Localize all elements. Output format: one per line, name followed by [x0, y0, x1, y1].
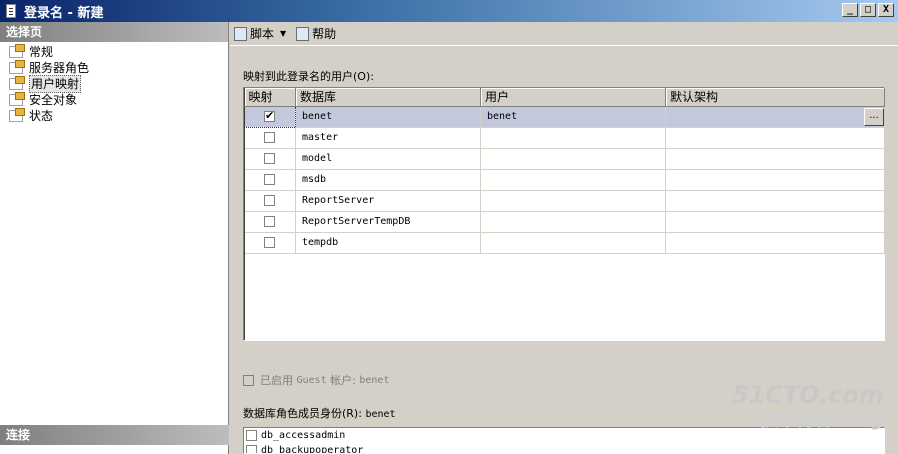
database-cell: master [295, 127, 481, 149]
minimize-button[interactable]: _ [842, 3, 858, 17]
column-header-default-schema[interactable]: 默认架构 [665, 88, 885, 107]
roles-label-db: benet [365, 409, 396, 420]
schema-cell[interactable] [665, 232, 885, 254]
user-cell[interactable]: benet [480, 106, 666, 128]
close-button[interactable]: X [878, 3, 894, 17]
schema-cell[interactable] [665, 127, 885, 149]
guest-enabled-checkbox: 已启用 Guest 帐户: benet [243, 372, 389, 388]
grid-header-row: 映射 数据库 用户 默认架构 [244, 88, 885, 107]
connection-header: 连接 [0, 425, 229, 445]
column-header-user[interactable]: 用户 [480, 88, 666, 107]
script-label: 脚本 [250, 27, 275, 41]
help-button[interactable]: 帮助 [296, 25, 336, 42]
role-label: db_accessadmin [261, 430, 346, 441]
guest-label-guest: Guest [296, 374, 327, 386]
sidebar-item-label: 用户映射 [29, 75, 82, 93]
mapping-label: 映射到此登录名的用户(O): [243, 70, 374, 83]
role-checkbox[interactable] [246, 430, 257, 441]
select-page-panel: 选择页 常规 服务器角色 用户映射 安全对象 状态 连接 [0, 22, 229, 454]
database-cell: benet [295, 106, 481, 128]
table-row[interactable]: ReportServer [244, 190, 885, 212]
database-cell: model [295, 148, 481, 170]
list-item[interactable]: db_backupoperator [244, 443, 884, 454]
page-icon [9, 60, 25, 74]
map-checkbox[interactable] [263, 152, 275, 164]
database-cell: tempdb [295, 232, 481, 254]
column-header-database[interactable]: 数据库 [295, 88, 481, 107]
schema-cell[interactable] [665, 190, 885, 212]
roles-label: 数据库角色成员身份(R): benet [243, 405, 396, 421]
sidebar-item-label: 常规 [29, 45, 54, 59]
page-icon [9, 44, 25, 58]
page-icon [9, 76, 25, 90]
map-checkbox[interactable] [263, 215, 275, 227]
table-row[interactable]: benet benet ... [244, 105, 885, 128]
role-label: db_backupoperator [261, 445, 364, 454]
roles-label-prefix: 数据库角色成员身份(R): [243, 407, 362, 420]
user-cell[interactable] [480, 190, 666, 212]
user-cell[interactable] [480, 232, 666, 254]
guest-label-prefix: 已启用 [260, 374, 293, 387]
sidebar-item-securables[interactable]: 安全对象 [0, 92, 228, 108]
database-cell: msdb [295, 169, 481, 191]
watermark-line2: 技术博客 Blog [760, 410, 884, 431]
browse-schema-button[interactable]: ... [864, 107, 884, 126]
guest-label-db: benet [359, 374, 390, 386]
user-cell[interactable] [480, 148, 666, 170]
watermark-line1: 51CTO.com [731, 381, 884, 409]
map-checkbox[interactable] [263, 194, 275, 206]
script-button[interactable]: 脚本 ▼ [234, 25, 286, 42]
user-cell[interactable] [480, 169, 666, 191]
sidebar-item-server-roles[interactable]: 服务器角色 [0, 60, 228, 76]
map-checkbox[interactable] [263, 236, 275, 248]
schema-cell[interactable] [665, 169, 885, 191]
select-page-header: 选择页 [0, 22, 228, 42]
page-icon [9, 108, 25, 122]
table-row[interactable]: master [244, 127, 885, 149]
document-icon [6, 4, 16, 18]
script-icon [234, 26, 247, 41]
title-bar: 登录名 - 新建 _ □ X [0, 0, 898, 22]
sidebar-item-label: 安全对象 [29, 93, 78, 107]
page-list: 常规 服务器角色 用户映射 安全对象 状态 [0, 42, 228, 124]
map-checkbox[interactable] [263, 131, 275, 143]
sidebar-item-label: 状态 [29, 109, 54, 123]
window-controls: _ □ X [842, 3, 894, 17]
guest-checkbox [243, 374, 254, 386]
help-icon [296, 26, 310, 41]
table-row[interactable]: ReportServerTempDB [244, 211, 885, 233]
schema-cell[interactable]: ... [665, 106, 885, 128]
sidebar-item-status[interactable]: 状态 [0, 108, 228, 124]
watermark: 51CTO.com 技术博客 Blog [732, 382, 884, 434]
table-row[interactable]: msdb [244, 169, 885, 191]
database-cell: ReportServer [295, 190, 481, 212]
window-title: 登录名 - 新建 [24, 5, 104, 21]
guest-label-account: 帐户: [330, 374, 356, 387]
table-row[interactable]: tempdb [244, 232, 885, 254]
map-checkbox[interactable] [264, 109, 275, 122]
schema-cell[interactable] [665, 211, 885, 233]
sidebar-item-general[interactable]: 常规 [0, 44, 228, 60]
database-cell: ReportServerTempDB [295, 211, 481, 233]
column-header-map[interactable]: 映射 [244, 88, 296, 107]
schema-cell[interactable] [665, 148, 885, 170]
role-checkbox[interactable] [246, 445, 257, 453]
sidebar-item-label: 服务器角色 [29, 61, 90, 75]
toolbar: 脚本 ▼ 帮助 [230, 22, 898, 46]
dropdown-arrow-icon[interactable]: ▼ [280, 29, 286, 38]
page-icon [9, 92, 25, 106]
maximize-button[interactable]: □ [860, 3, 876, 17]
table-row[interactable]: model [244, 148, 885, 170]
user-cell[interactable] [480, 211, 666, 233]
user-mapping-grid: 映射 数据库 用户 默认架构 benet benet ... master m [243, 87, 885, 341]
user-cell[interactable] [480, 127, 666, 149]
sidebar-item-user-mapping[interactable]: 用户映射 [0, 75, 228, 93]
help-label: 帮助 [312, 27, 337, 41]
map-checkbox[interactable] [263, 173, 275, 185]
